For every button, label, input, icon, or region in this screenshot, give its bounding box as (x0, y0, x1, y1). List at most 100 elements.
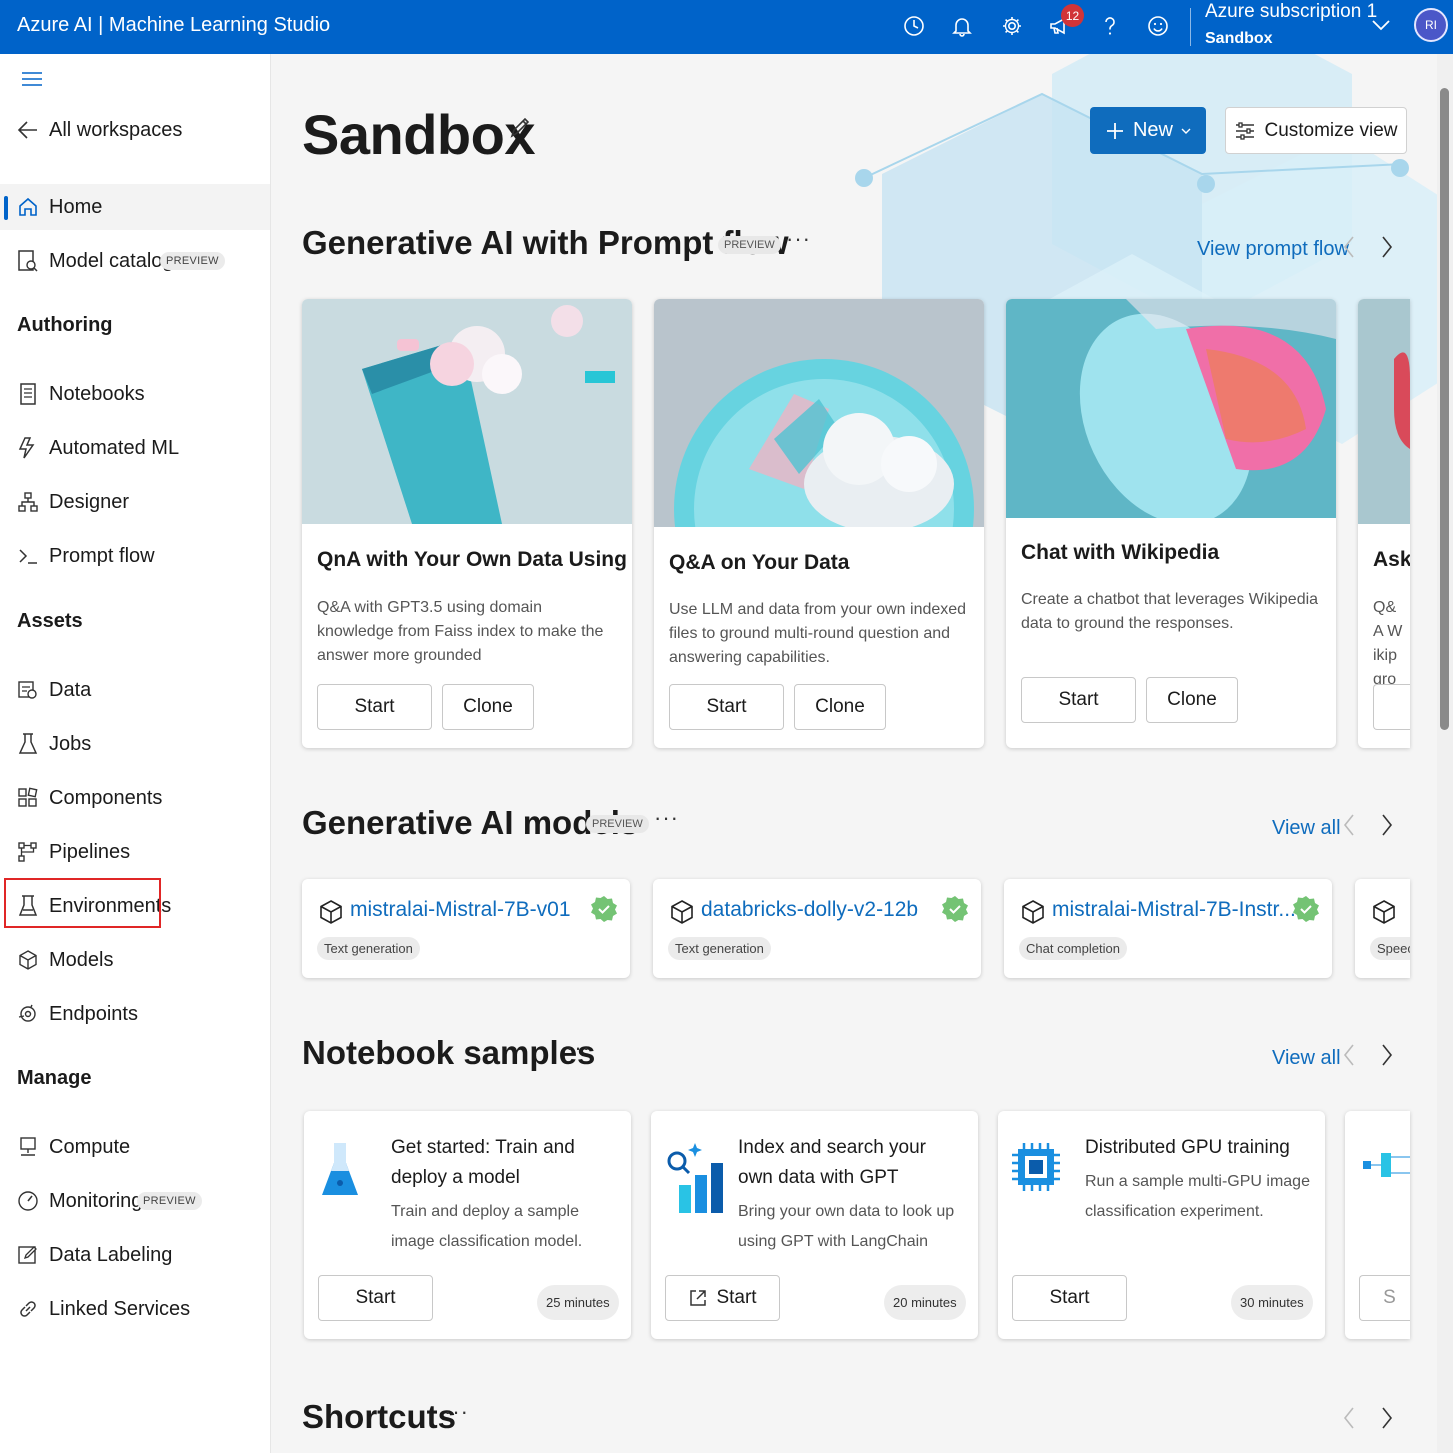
sidebar-item-home[interactable]: Home (0, 184, 270, 230)
sidebar-item-compute[interactable]: Compute (0, 1124, 270, 1170)
clone-button[interactable]: Clone (794, 684, 886, 730)
preview-badge: PREVIEW (718, 236, 781, 254)
card-illustration (302, 299, 632, 524)
more-options-button[interactable]: ··· (444, 1399, 469, 1425)
sidebar-item-label: Models (49, 948, 114, 971)
prompt-flow-card: Chat with Wikipedia Create a chatbot tha… (1006, 299, 1336, 748)
cube-icon (1371, 899, 1397, 930)
start-button[interactable]: Start (317, 684, 432, 730)
chevron-down-icon[interactable] (1370, 12, 1392, 43)
view-prompt-flow-link[interactable]: View prompt flow (1197, 238, 1349, 261)
sidebar-item-label: Model catalog (49, 249, 174, 272)
start-button[interactable]: Start (1012, 1275, 1127, 1321)
sidebar-item-pipelines[interactable]: Pipelines (0, 829, 270, 875)
clone-button[interactable]: Clone (1146, 677, 1238, 723)
chevron-right-icon[interactable] (1375, 810, 1399, 840)
chevron-left-icon[interactable] (1337, 232, 1361, 262)
app-title[interactable]: Azure AI | Machine Learning Studio (17, 14, 330, 37)
view-all-models-link[interactable]: View all (1272, 817, 1341, 840)
new-button[interactable]: New (1090, 107, 1206, 154)
pipeline-icon (15, 839, 41, 865)
clone-button[interactable]: Clone (442, 684, 534, 730)
sidebar-item-components[interactable]: Components (0, 775, 270, 821)
start-button[interactable]: Start (318, 1275, 433, 1321)
model-card[interactable]: mistralai-Mistral-7B-v01 Text generation (302, 879, 630, 978)
sidebar-item-notebooks[interactable]: Notebooks (0, 371, 270, 417)
sidebar-item-models[interactable]: Models (0, 937, 270, 983)
preview-badge: PREVIEW (160, 252, 225, 270)
home-icon (15, 194, 41, 220)
start-button[interactable]: Start (669, 684, 784, 730)
chevron-left-icon[interactable] (1337, 810, 1361, 840)
sidebar-item-label: Data Labeling (49, 1243, 173, 1266)
manage-header: Manage (17, 1067, 92, 1089)
sidebar-item-designer[interactable]: Designer (0, 479, 270, 525)
sidebar-item-data[interactable]: Data (0, 667, 270, 713)
feedback-smiley-icon[interactable] (1142, 10, 1174, 42)
verified-badge-icon (1292, 895, 1320, 928)
automated-ml-icon (15, 435, 41, 461)
edit-pencil-icon[interactable] (508, 114, 532, 145)
chevron-down-icon (1181, 128, 1191, 134)
designer-icon (15, 489, 41, 515)
gpu-chip-icon (1012, 1139, 1060, 1204)
more-options-button[interactable]: ··· (786, 226, 811, 252)
more-options-button[interactable]: ··· (654, 805, 679, 831)
sidebar-item-label: Data (49, 678, 92, 701)
cube-icon (669, 899, 695, 930)
all-workspaces-label: All workspaces (49, 118, 183, 141)
sidebar-item-model-catalog[interactable]: Model catalog PREVIEW (0, 238, 270, 284)
view-all-notebooks-link[interactable]: View all (1272, 1047, 1341, 1070)
start-button[interactable]: S (1359, 1275, 1410, 1321)
sidebar-item-label: Components (49, 786, 163, 809)
history-icon[interactable] (898, 10, 930, 42)
scrollbar-thumb[interactable] (1440, 88, 1449, 730)
sliders-icon (1236, 121, 1255, 140)
chevron-right-icon[interactable] (1375, 232, 1399, 262)
gauge-icon (15, 1188, 41, 1214)
chevron-left-icon[interactable] (1337, 1403, 1361, 1433)
sidebar-item-data-labeling[interactable]: Data Labeling (0, 1232, 270, 1278)
bell-icon[interactable] (946, 10, 978, 42)
endpoint-icon (15, 1001, 41, 1027)
subscription-name[interactable]: Azure subscription 1 (1205, 1, 1377, 23)
more-options-button[interactable]: ··· (566, 1035, 591, 1061)
sidebar-item-endpoints[interactable]: Endpoints (0, 991, 270, 1037)
card-title: Ask (1373, 548, 1410, 571)
customize-view-button[interactable]: Customize view (1225, 107, 1407, 154)
chevron-right-icon[interactable] (1375, 1040, 1399, 1070)
sidebar-item-label: Prompt flow (49, 544, 155, 567)
avatar[interactable]: RI (1414, 8, 1448, 42)
chevron-left-icon[interactable] (1337, 1040, 1361, 1070)
model-card[interactable]: databricks-dolly-v2-12b Text generation (653, 879, 981, 978)
components-icon (15, 785, 41, 811)
card-illustration (654, 299, 984, 527)
start-button[interactable] (1373, 684, 1410, 730)
sidebar-item-monitoring[interactable]: Monitoring PREVIEW (0, 1178, 270, 1224)
sidebar-item-linked-services[interactable]: Linked Services (0, 1286, 270, 1332)
model-card[interactable]: mistralai-Mistral-7B-Instr... Chat compl… (1004, 879, 1332, 978)
sidebar-item-automated-ml[interactable]: Automated ML (0, 425, 270, 471)
notebook-description: Train and deploy a sample image classifi… (391, 1203, 583, 1250)
flask-icon (15, 731, 41, 757)
preview-badge: PREVIEW (137, 1192, 202, 1210)
start-button[interactable]: Start (665, 1275, 780, 1321)
model-name[interactable]: databricks-dolly-v2-12b (701, 898, 918, 922)
environments-highlight-box (4, 878, 161, 928)
card-illustration (1006, 299, 1336, 518)
sidebar-item-jobs[interactable]: Jobs (0, 721, 270, 767)
workspace-name[interactable]: Sandbox (1205, 30, 1273, 48)
gear-icon[interactable] (996, 10, 1028, 42)
all-workspaces-link[interactable]: All workspaces (0, 107, 270, 153)
chevron-right-icon[interactable] (1375, 1403, 1399, 1433)
notebooks-section-title: Notebook samples (302, 1034, 596, 1071)
model-name[interactable]: mistralai-Mistral-7B-v01 (350, 898, 571, 922)
sidebar-item-prompt-flow[interactable]: Prompt flow (0, 533, 270, 579)
model-card[interactable]: Speec (1355, 879, 1410, 978)
start-button[interactable]: Start (1021, 677, 1136, 723)
help-icon[interactable] (1094, 10, 1126, 42)
hamburger-menu-icon[interactable] (21, 72, 43, 91)
verified-badge-icon (590, 895, 618, 928)
notebook-card: Index and search your own data with GPT … (651, 1111, 978, 1339)
model-name[interactable]: mistralai-Mistral-7B-Instr... (1052, 898, 1296, 922)
